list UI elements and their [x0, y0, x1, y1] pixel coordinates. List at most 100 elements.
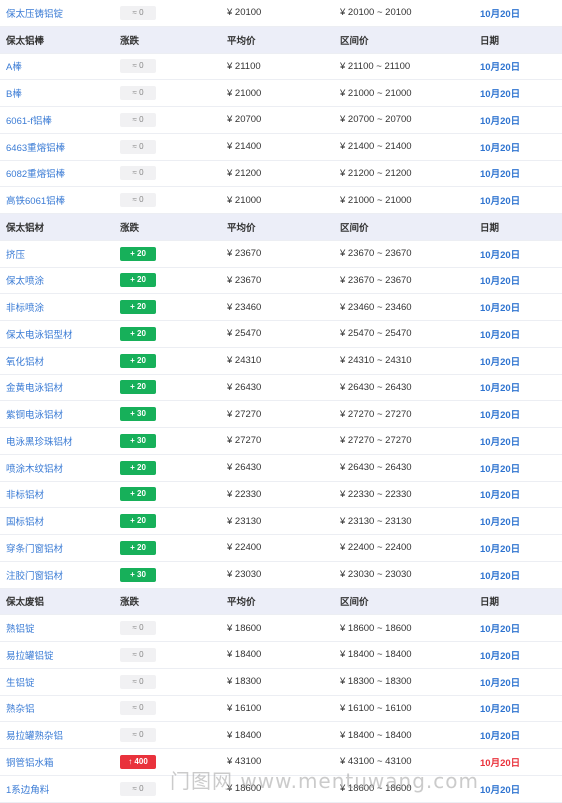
- avg-price: ¥ 18300: [227, 676, 262, 688]
- change-badge: ≈ 0: [120, 86, 156, 101]
- date-cell: 10月20日: [480, 273, 562, 287]
- product-cell: B棒: [0, 86, 120, 100]
- date-cell: 10月20日: [480, 434, 562, 448]
- change-cell: + 20: [120, 540, 227, 555]
- change-badge: + 30: [120, 433, 156, 448]
- product-link[interactable]: 穿条门窗铝材: [6, 544, 63, 555]
- change-badge: ≈ 0: [120, 701, 156, 716]
- product-link[interactable]: 非标铝材: [6, 490, 44, 501]
- product-link[interactable]: 熟铝锭: [6, 624, 35, 635]
- product-link[interactable]: 保太喷涂: [6, 276, 44, 287]
- product-link[interactable]: 保太压铸铝锭: [6, 9, 63, 20]
- range-price: ¥ 27270 ~ 27270: [340, 408, 412, 420]
- product-link[interactable]: 生铝锭: [6, 678, 35, 689]
- date-cell: 10月20日: [480, 648, 562, 662]
- header-avg-price: 平均价: [227, 597, 256, 609]
- date-text: 10月20日: [480, 624, 521, 636]
- header-range-price: 区间价: [340, 222, 369, 234]
- table-row: 氧化铝材 + 20 ¥ 24310 ¥ 24310 ~ 24310 10月20日: [0, 348, 562, 375]
- change-cell: ≈ 0: [120, 112, 227, 127]
- date-text: 10月20日: [480, 757, 521, 769]
- change-badge: + 20: [120, 300, 156, 315]
- product-cell: 高铁6061铝棒: [0, 193, 120, 207]
- product-cell: 6082重熔铝棒: [0, 166, 120, 180]
- product-link[interactable]: 高铁6061铝棒: [6, 196, 65, 207]
- change-badge: ≈ 0: [120, 647, 156, 662]
- section-header: 保太铝材 涨跌 平均价 区间价 日期: [0, 214, 562, 241]
- product-link[interactable]: 6082重熔铝棒: [6, 169, 65, 180]
- avg-price: ¥ 21100: [227, 60, 261, 72]
- date-text: 10月20日: [480, 169, 521, 181]
- header-avg-price: 平均价: [227, 222, 256, 234]
- avg-price: ¥ 25470: [227, 328, 262, 340]
- product-link[interactable]: 注胶门窗铝材: [6, 571, 63, 582]
- product-cell: 保太电泳铝型材: [0, 327, 120, 341]
- avg-price: ¥ 24310: [227, 355, 262, 367]
- product-link[interactable]: 金黄电泳铝材: [6, 383, 63, 394]
- change-badge: + 30: [120, 567, 156, 582]
- product-link[interactable]: 1系边角料: [6, 785, 49, 796]
- avg-price: ¥ 20100: [227, 7, 262, 19]
- product-link[interactable]: 易拉罐铝锭: [6, 651, 54, 662]
- date-text: 10月20日: [480, 303, 521, 315]
- range-price: ¥ 25470 ~ 25470: [340, 328, 412, 340]
- range-price: ¥ 18400 ~ 18400: [340, 649, 412, 661]
- change-cell: ≈ 0: [120, 647, 227, 662]
- change-badge: ≈ 0: [120, 166, 156, 181]
- change-badge: ≈ 0: [120, 139, 156, 154]
- change-cell: + 20: [120, 514, 227, 529]
- section-header: 保太废铝 涨跌 平均价 区间价 日期: [0, 588, 562, 616]
- avg-price: ¥ 23130: [227, 515, 262, 527]
- product-link[interactable]: 保太电泳铝型材: [6, 330, 73, 341]
- avg-price: ¥ 18400: [227, 729, 262, 741]
- product-cell: 熟铝锭: [0, 621, 120, 635]
- table-row: 非标喷涂 + 20 ¥ 23460 ¥ 23460 ~ 23460 10月20日: [0, 294, 562, 321]
- table-row: 易拉罐熟杂铝 ≈ 0 ¥ 18400 ¥ 18400 ~ 18400 10月20日: [0, 722, 562, 749]
- table-row: 保太压铸铝锭 ≈ 0 ¥ 20100 ¥ 20100 ~ 20100 10月20日: [0, 0, 562, 27]
- date-text: 10月20日: [480, 62, 521, 74]
- product-link[interactable]: 氧化铝材: [6, 357, 44, 368]
- avg-price: ¥ 27270: [227, 408, 262, 420]
- range-price: ¥ 18400 ~ 18400: [340, 729, 412, 741]
- product-link[interactable]: 挤压: [6, 250, 25, 261]
- table-row: 熟杂铝 ≈ 0 ¥ 16100 ¥ 16100 ~ 16100 10月20日: [0, 696, 562, 723]
- product-link[interactable]: 紫铜电泳铝材: [6, 410, 63, 421]
- product-link[interactable]: 喷涂木纹铝材: [6, 464, 63, 475]
- date-cell: 10月20日: [480, 755, 562, 769]
- date-text: 10月20日: [480, 142, 521, 154]
- change-cell: + 20: [120, 246, 227, 261]
- date-cell: 10月20日: [480, 113, 562, 127]
- date-text: 10月20日: [480, 570, 521, 582]
- change-badge: ≈ 0: [120, 728, 156, 743]
- change-cell: + 30: [120, 407, 227, 422]
- product-link[interactable]: 6061-f铝棒: [6, 116, 52, 127]
- product-link[interactable]: 铜管铝水箱: [6, 758, 54, 769]
- change-cell: ≈ 0: [120, 193, 227, 208]
- date-text: 10月20日: [480, 115, 521, 127]
- table-row: 生铝锭 ≈ 0 ¥ 18300 ¥ 18300 ~ 18300 10月20日: [0, 669, 562, 696]
- range-price: ¥ 21400 ~ 21400: [340, 141, 412, 153]
- date-text: 10月20日: [480, 410, 521, 422]
- date-cell: 10月20日: [480, 514, 562, 528]
- product-cell: 紫铜电泳铝材: [0, 407, 120, 421]
- date-cell: 10月20日: [480, 568, 562, 582]
- range-price: ¥ 21000 ~ 21000: [340, 194, 412, 206]
- product-link[interactable]: 易拉罐熟杂铝: [6, 731, 63, 742]
- product-link[interactable]: A棒: [6, 62, 22, 73]
- product-link[interactable]: B棒: [6, 89, 22, 100]
- date-cell: 10月20日: [480, 140, 562, 154]
- table-row: 注胶门窗铝材 + 30 ¥ 23030 ¥ 23030 ~ 23030 10月20日: [0, 562, 562, 589]
- table-row: 国标铝材 + 20 ¥ 23130 ¥ 23130 ~ 23130 10月20日: [0, 508, 562, 535]
- product-cell: 注胶门窗铝材: [0, 568, 120, 582]
- product-link[interactable]: 非标喷涂: [6, 303, 44, 314]
- date-cell: 10月20日: [480, 193, 562, 207]
- product-link[interactable]: 熟杂铝: [6, 704, 35, 715]
- change-badge: ≈ 0: [120, 59, 156, 74]
- product-link[interactable]: 电泳黑珍珠铝材: [6, 437, 73, 448]
- product-link[interactable]: 国标铝材: [6, 517, 44, 528]
- table-row: 电泳黑珍珠铝材 + 30 ¥ 27270 ¥ 27270 ~ 27270 10月20日: [0, 428, 562, 455]
- product-link[interactable]: 6463重熔铝棒: [6, 143, 65, 154]
- avg-price: ¥ 18600: [227, 622, 262, 634]
- avg-price: ¥ 21200: [227, 167, 262, 179]
- date-cell: 10月20日: [480, 728, 562, 742]
